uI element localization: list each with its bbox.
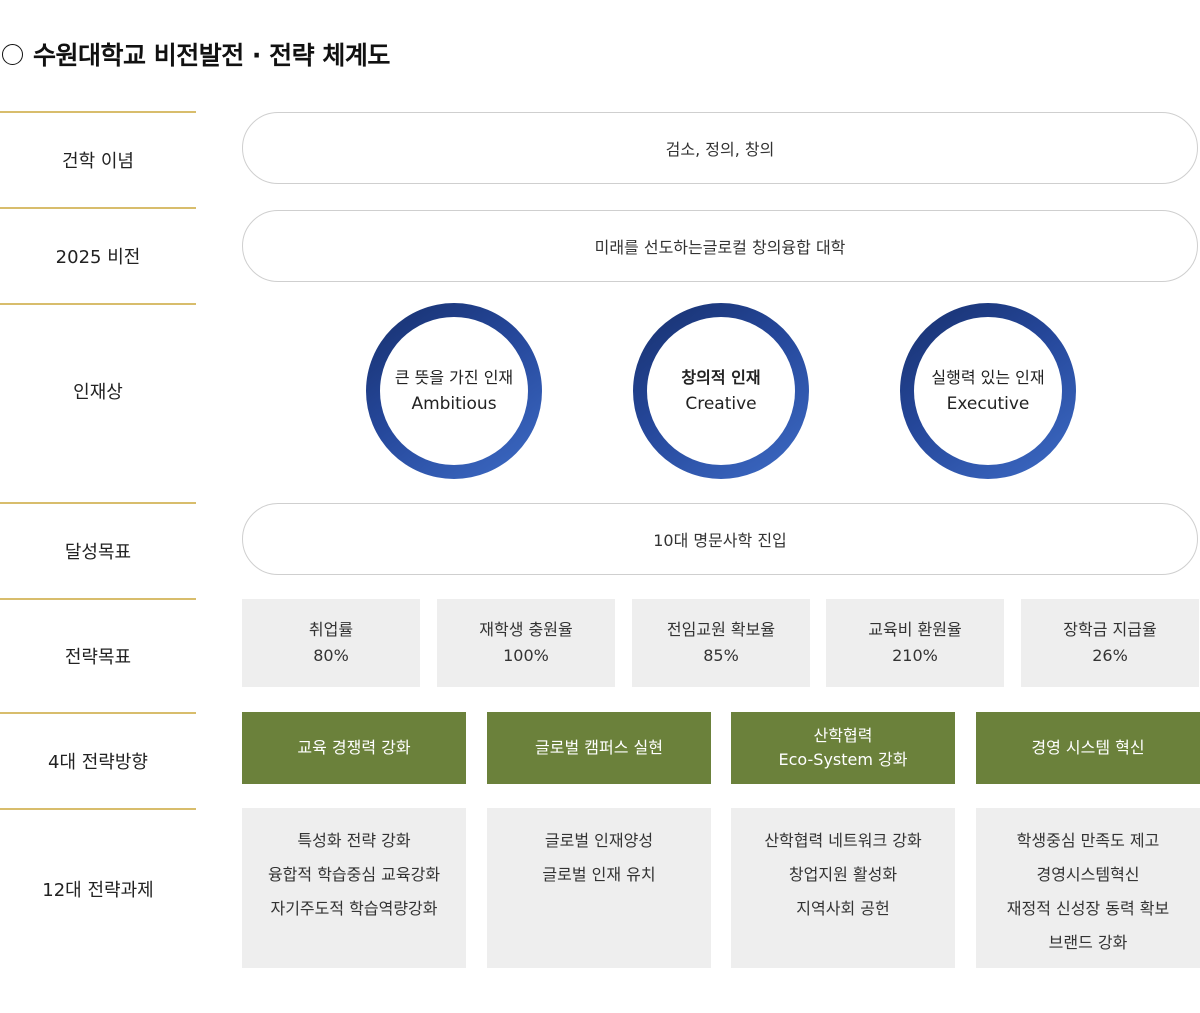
philosophy-pill: 검소, 정의, 창의 <box>242 112 1198 184</box>
direction-box: 경영 시스템 혁신 <box>976 712 1200 784</box>
task-item: 브랜드 강화 <box>1048 933 1128 952</box>
strategic-goal-name: 장학금 지급율 <box>1063 620 1157 639</box>
strategic-goal-value: 100% <box>503 646 549 665</box>
strategic-goal-name: 취업률 <box>308 620 354 639</box>
strategic-goal-name: 재학생 충원율 <box>479 620 573 639</box>
strategic-goal-name: 교육비 환원율 <box>868 620 962 639</box>
talent-ring-ambitious: 큰 뜻을 가진 인재 Ambitious <box>366 303 542 479</box>
talent-ko: 실행력 있는 인재 <box>931 368 1045 387</box>
talent-en: Creative <box>685 394 757 414</box>
direction-box: 글로벌 캠퍼스 실현 <box>487 712 711 784</box>
task-item: 자기주도적 학습역량강화 <box>270 899 438 918</box>
talent-ring-inner: 창의적 인재 Creative <box>647 317 795 465</box>
strategic-goal-box: 교육비 환원율 210% <box>826 599 1004 687</box>
strategic-goal-value: 210% <box>892 646 938 665</box>
direction-line1: 경영 시스템 혁신 <box>1031 738 1145 757</box>
task-item: 지역사회 공헌 <box>796 899 890 918</box>
page-title: 수원대학교 비전발전 · 전략 체계도 <box>2 36 390 72</box>
goal-pill: 10대 명문사학 진입 <box>242 503 1198 575</box>
row-label-talent: 인재상 <box>73 382 123 403</box>
strategic-goal-box: 전임교원 확보율 85% <box>632 599 810 687</box>
strategic-goal-value: 26% <box>1092 646 1128 665</box>
task-item: 특성화 전략 강화 <box>297 831 411 850</box>
row-label-vision: 2025 비전 <box>55 247 141 268</box>
philosophy-value: 검소, 정의, 창의 <box>665 140 775 159</box>
task-box: 글로벌 인재양성 글로벌 인재 유치 <box>487 808 711 968</box>
task-box: 학생중심 만족도 제고 경영시스템혁신 재정적 신성장 동력 확보 브랜드 강화 <box>976 808 1200 968</box>
row-label-philosophy: 건학 이념 <box>62 151 134 172</box>
vision-value: 미래를 선도하는글로컬 창의융합 대학 <box>594 238 846 257</box>
direction-box: 산학협력 Eco-System 강화 <box>731 712 955 784</box>
page-title-text: 수원대학교 비전발전 · 전략 체계도 <box>33 41 390 70</box>
task-item: 글로벌 인재 유치 <box>542 865 656 884</box>
strategic-goal-name: 전임교원 확보율 <box>666 620 776 639</box>
direction-box: 교육 경쟁력 강화 <box>242 712 466 784</box>
direction-line2: Eco-System 강화 <box>778 750 908 769</box>
circle-bullet-icon <box>2 43 23 65</box>
task-box: 특성화 전략 강화 융합적 학습중심 교육강화 자기주도적 학습역량강화 <box>242 808 466 968</box>
task-item: 융합적 학습중심 교육강화 <box>267 865 441 884</box>
task-box: 산학협력 네트워크 강화 창업지원 활성화 지역사회 공헌 <box>731 808 955 968</box>
talent-ring-inner: 큰 뜻을 가진 인재 Ambitious <box>380 317 528 465</box>
goal-value: 10대 명문사학 진입 <box>653 531 787 550</box>
strategic-goal-box: 재학생 충원율 100% <box>437 599 615 687</box>
vision-pill: 미래를 선도하는글로컬 창의융합 대학 <box>242 210 1198 282</box>
talent-en: Executive <box>946 394 1030 414</box>
strategic-goal-value: 80% <box>313 646 349 665</box>
talent-en: Ambitious <box>411 394 497 414</box>
talent-ring-inner: 실행력 있는 인재 Executive <box>914 317 1062 465</box>
task-item: 재정적 신성장 동력 확보 <box>1006 899 1170 918</box>
task-item: 산학협력 네트워크 강화 <box>764 831 922 850</box>
talent-ring-creative: 창의적 인재 Creative <box>633 303 809 479</box>
strategic-goal-box: 장학금 지급율 26% <box>1021 599 1199 687</box>
task-item: 학생중심 만족도 제고 <box>1016 831 1160 850</box>
row-label-tasks: 12대 전략과제 <box>42 880 154 901</box>
talent-ring-executive: 실행력 있는 인재 Executive <box>900 303 1076 479</box>
task-item: 경영시스템혁신 <box>1036 865 1140 884</box>
direction-line1: 글로벌 캠퍼스 실현 <box>535 738 663 757</box>
task-item: 창업지원 활성화 <box>788 865 898 884</box>
row-label-directions: 4대 전략방향 <box>48 752 148 773</box>
row-label-strategic-goals: 전략목표 <box>64 647 132 668</box>
direction-line1: 산학협력 <box>813 726 873 745</box>
strategic-goal-value: 85% <box>703 646 739 665</box>
strategic-goal-box: 취업률 80% <box>242 599 420 687</box>
talent-ko: 창의적 인재 <box>681 368 761 387</box>
talent-ko: 큰 뜻을 가진 인재 <box>394 368 514 387</box>
direction-line1: 교육 경쟁력 강화 <box>297 738 411 757</box>
task-item: 글로벌 인재양성 <box>544 831 654 850</box>
row-label-goal: 달성목표 <box>64 542 132 563</box>
